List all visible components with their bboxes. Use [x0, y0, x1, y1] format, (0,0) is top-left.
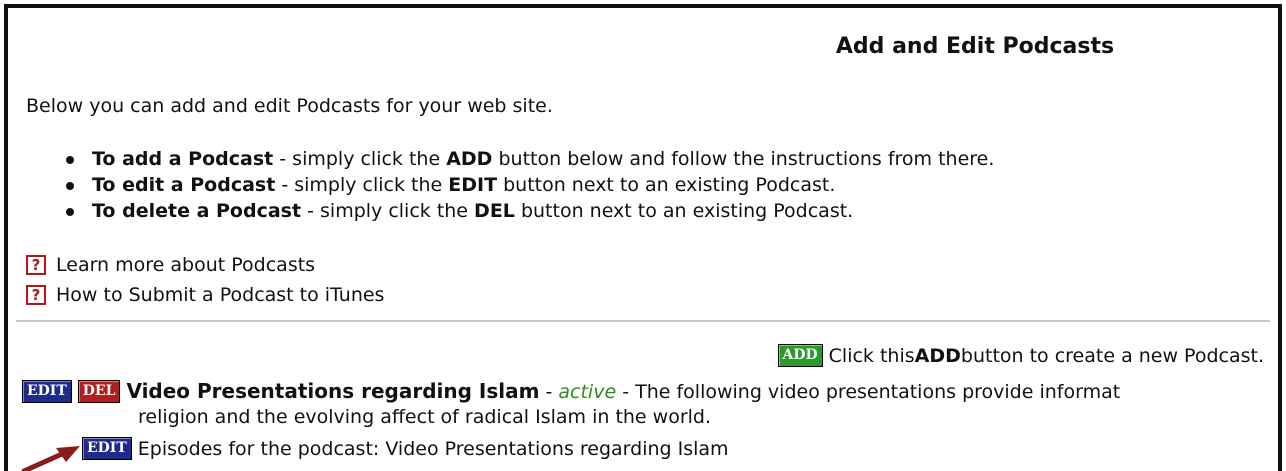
- podcast-status: active: [558, 381, 617, 403]
- add-hint-bold: ADD: [914, 344, 961, 367]
- instructions-list: To add a Podcast - simply click the ADD …: [66, 146, 994, 224]
- add-podcast-button[interactable]: ADD: [777, 344, 823, 367]
- instruction-add-button-name: ADD: [446, 148, 493, 170]
- delete-podcast-button[interactable]: DEL: [77, 380, 121, 403]
- instruction-delete-text1: - simply click the: [301, 200, 475, 222]
- edit-podcast-button[interactable]: EDIT: [22, 380, 72, 403]
- instruction-add-text1: - simply click the: [273, 148, 447, 170]
- add-podcast-row: ADD Click this ADD button to create a ne…: [777, 344, 1264, 367]
- help-link-learn-more[interactable]: ? Learn more about Podcasts: [26, 254, 315, 276]
- instruction-delete-text2: button next to an existing Podcast.: [514, 200, 854, 222]
- podcast-panel: Add and Edit Podcasts Below you can add …: [4, 4, 1282, 471]
- page-title: Add and Edit Podcasts: [835, 34, 1115, 59]
- instruction-delete: To delete a Podcast - simply click the D…: [66, 198, 994, 224]
- help-icon[interactable]: ?: [26, 255, 46, 275]
- instruction-edit: To edit a Podcast - simply click the EDI…: [66, 172, 994, 198]
- podcast-description-line2: religion and the evolving affect of radi…: [138, 406, 712, 428]
- divider: [16, 320, 1270, 322]
- instruction-edit-heading: To edit a Podcast: [92, 174, 276, 196]
- instruction-add: To add a Podcast - simply click the ADD …: [66, 146, 994, 172]
- edit-episodes-button[interactable]: EDIT: [82, 437, 132, 460]
- instruction-edit-text2: button next to an existing Podcast.: [497, 174, 836, 196]
- help-link-itunes[interactable]: ? How to Submit a Podcast to iTunes: [26, 284, 384, 306]
- podcast-description-line1: The following video presentations provid…: [635, 381, 1121, 403]
- instruction-add-heading: To add a Podcast: [92, 148, 274, 170]
- instruction-edit-text1: - simply click the: [275, 174, 449, 196]
- podcast-name: Video Presentations regarding Islam: [126, 379, 540, 403]
- add-hint-text-before: Click this: [828, 344, 915, 367]
- add-hint-text-after: button to create a new Podcast.: [960, 344, 1264, 367]
- podcast-separator-2: -: [616, 381, 636, 403]
- episodes-label: Episodes for the podcast: Video Presenta…: [137, 437, 729, 460]
- instruction-delete-heading: To delete a Podcast: [92, 200, 302, 222]
- episodes-row: EDIT Episodes for the podcast: Video Pre…: [82, 437, 729, 460]
- help-icon[interactable]: ?: [26, 285, 46, 305]
- podcast-item: EDIT DEL Video Presentations regarding I…: [22, 378, 1120, 405]
- podcast-separator-1: -: [539, 381, 559, 403]
- instruction-add-text2: button below and follow the instructions…: [492, 148, 995, 170]
- instruction-delete-button-name: DEL: [474, 200, 515, 222]
- instruction-edit-button-name: EDIT: [448, 174, 498, 196]
- intro-text: Below you can add and edit Podcasts for …: [26, 95, 553, 117]
- help-link-learn-more-label[interactable]: Learn more about Podcasts: [56, 254, 315, 276]
- help-link-itunes-label[interactable]: How to Submit a Podcast to iTunes: [56, 284, 384, 306]
